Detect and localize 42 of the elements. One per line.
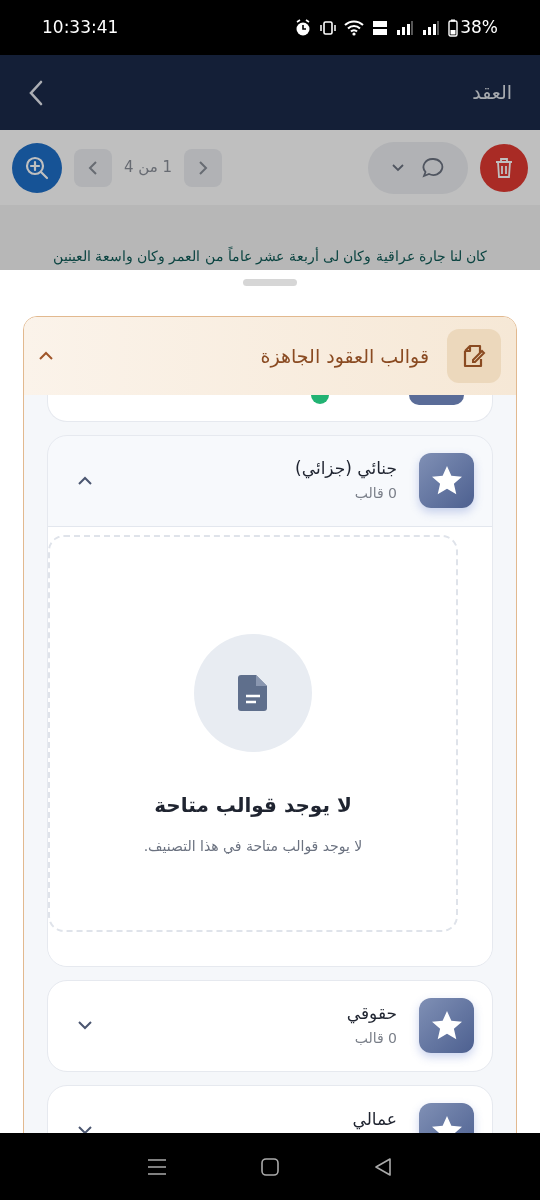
battery-level: 38% bbox=[460, 15, 498, 39]
empty-state-title: لا يوجد قوالب متاحة bbox=[154, 791, 352, 819]
chevron-down-icon bbox=[392, 163, 404, 172]
page-title: العقد bbox=[472, 80, 512, 106]
edit-document-icon bbox=[447, 328, 501, 383]
category-name: حقوقي bbox=[345, 1002, 397, 1025]
category-header[interactable]: جنائي (جزائي) 0 قالب bbox=[48, 435, 492, 526]
check-badge-icon bbox=[311, 394, 329, 405]
back-icon[interactable] bbox=[28, 79, 44, 106]
signal-icon bbox=[422, 20, 441, 35]
signal-icon bbox=[396, 20, 415, 35]
expand-icon[interactable] bbox=[78, 1126, 92, 1133]
page-indicator: 1 من 4 bbox=[122, 157, 174, 179]
category-header[interactable]: حقوقي 0 قالب bbox=[48, 980, 492, 1071]
drag-handle[interactable] bbox=[243, 279, 297, 286]
category-card[interactable] bbox=[47, 394, 493, 422]
zoom-in-icon bbox=[24, 154, 50, 181]
document-text: كان لنا جارة عراقية وكان لى أربعة عشر عاماً من العمر وكان واسعة العينين bbox=[52, 245, 488, 266]
delete-button[interactable] bbox=[480, 143, 528, 192]
expand-icon[interactable] bbox=[78, 1021, 92, 1031]
panel-title: قوالب العقود الجاهزة bbox=[259, 343, 429, 370]
battery-icon bbox=[448, 18, 459, 37]
collapse-icon[interactable] bbox=[78, 476, 92, 486]
collapse-icon[interactable] bbox=[39, 351, 53, 361]
vibrate-icon bbox=[320, 19, 337, 36]
category-name: جنائي (جزائي) bbox=[294, 457, 397, 480]
category-name: عمالي bbox=[351, 1107, 397, 1130]
wifi-icon bbox=[344, 19, 365, 36]
template-count: 0 قالب bbox=[353, 1029, 397, 1049]
chat-bubble-icon bbox=[422, 156, 444, 179]
template-count: 0 قالب bbox=[353, 484, 397, 504]
status-time: 10:33:41 bbox=[42, 15, 119, 39]
previous-page-button[interactable] bbox=[74, 148, 112, 187]
chevron-right-icon bbox=[198, 160, 208, 175]
chevron-left-icon bbox=[88, 160, 98, 175]
menu-icon[interactable] bbox=[146, 1157, 167, 1176]
empty-state-message: لا يوجد قوالب متاحة في هذا التصنيف. bbox=[143, 836, 363, 857]
back-icon[interactable] bbox=[373, 1156, 394, 1177]
zoom-in-button[interactable] bbox=[12, 142, 62, 193]
trash-icon bbox=[494, 156, 514, 179]
panel-header[interactable]: قوالب العقود الجاهزة bbox=[24, 316, 516, 395]
home-icon[interactable] bbox=[260, 1156, 280, 1177]
